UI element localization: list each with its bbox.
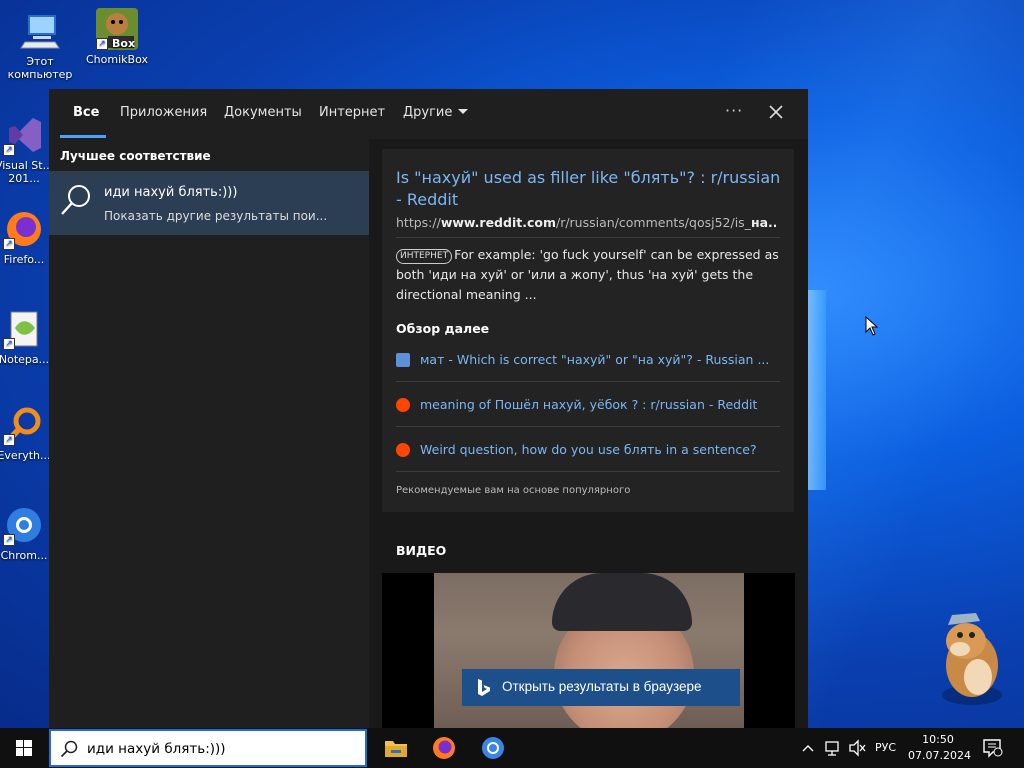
best-match-item[interactable]: иди нахуй блять:))) Показать другие резу…	[49, 171, 369, 235]
chromium-icon	[482, 737, 504, 759]
reddit-icon	[396, 443, 410, 457]
clock-date: 07.07.2024	[908, 749, 971, 762]
network-icon[interactable]	[823, 728, 843, 768]
explore-link-3[interactable]: Weird question, how do you use блять in …	[396, 441, 786, 461]
folder-icon	[385, 741, 407, 757]
best-match-title: иди нахуй блять:)))	[104, 185, 238, 200]
taskbar-search-box[interactable]	[49, 729, 367, 767]
divider	[396, 381, 780, 382]
explore-header: Обзор далее	[396, 321, 490, 336]
search-input[interactable]	[87, 737, 357, 761]
start-search-panel: Все Приложения Документы Интернет Другие…	[49, 89, 808, 728]
url-prefix: https://	[396, 215, 441, 230]
notification-center-button[interactable]	[981, 738, 1003, 758]
tab-apps[interactable]: Приложения	[120, 105, 207, 120]
windows-logo-pane	[808, 290, 826, 490]
firefox-icon	[433, 737, 455, 759]
reddit-icon	[396, 398, 410, 412]
desktop-icon-label: ChomikBox	[86, 53, 148, 66]
computer-icon	[19, 10, 61, 52]
url-domain: www.reddit.com	[440, 215, 556, 230]
taskbar-firefox[interactable]	[429, 734, 459, 762]
best-match-header: Лучшее соответствие	[60, 149, 211, 163]
active-tab-indicator	[60, 135, 106, 138]
chomikbox-badge: Box	[112, 37, 136, 50]
chromium-icon: ↗	[3, 504, 45, 546]
desktop-icon-chomikbox[interactable]: Box ↗ ChomikBox	[79, 8, 155, 66]
explore-link-text: Weird question, how do you use блять in …	[420, 442, 757, 457]
desktop-icon-label: Notepa...	[0, 353, 50, 366]
search-icon	[59, 183, 93, 217]
url-path: /r/russian/comments/qosj52/is_	[555, 215, 751, 230]
search-tabs: Все Приложения Документы Интернет Другие…	[49, 89, 808, 139]
shortcut-arrow-icon: ↗	[3, 534, 15, 546]
desktop-icon-label: Everyth...	[0, 449, 51, 462]
taskbar-clock[interactable]: 10:50 07.07.2024	[908, 732, 971, 764]
notification-icon	[983, 739, 1003, 758]
open-in-browser-label: Открыть результаты в браузере	[502, 679, 702, 694]
tab-web[interactable]: Интернет	[319, 105, 385, 120]
best-match-subtitle: Показать другие результаты пои...	[104, 209, 328, 223]
close-button[interactable]	[765, 101, 787, 123]
explore-link-1[interactable]: мат - Which is correct "нахуй" or "на ху…	[396, 351, 786, 371]
url-tail: на...	[750, 215, 776, 230]
open-in-browser-button[interactable]: Открыть результаты в браузере	[462, 669, 740, 706]
video-section-header: ВИДЕО	[396, 543, 447, 558]
visual-studio-icon: ↗	[3, 114, 45, 156]
tab-all[interactable]: Все	[73, 105, 99, 120]
recommended-note: Рекомендуемые вам на основе популярного	[396, 485, 631, 496]
chomikbox-icon: Box ↗	[96, 8, 138, 50]
desktop-icon-this-pc[interactable]: Этот компьютер	[2, 10, 78, 81]
everything-search-icon: ↗	[3, 404, 45, 446]
notepad-icon: ↗	[3, 308, 45, 350]
preview-pane: Is "нахуй" used as filler like "блять"? …	[369, 139, 808, 728]
desktop-icon-label: Chrom...	[0, 549, 48, 562]
language-indicator[interactable]: РУС	[875, 741, 896, 757]
result-url[interactable]: https://www.reddit.com/r/russian/comment…	[396, 215, 776, 230]
result-snippet: ИНТЕРНЕТ For example: 'go fuck yourself' …	[396, 245, 788, 305]
more-options-button[interactable]: ···	[725, 101, 743, 120]
snippet-text: For example: 'go fuck yourself' can be e…	[396, 247, 779, 302]
taskbar: РУС 10:50 07.07.2024	[0, 728, 1024, 768]
shortcut-arrow-icon: ↗	[96, 38, 108, 50]
shortcut-arrow-icon: ↗	[3, 434, 15, 446]
volume-muted-icon[interactable]	[847, 728, 867, 768]
video-thumbnail[interactable]: Открыть результаты в браузере	[382, 573, 795, 728]
divider	[396, 471, 780, 472]
explore-link-text: meaning of Пошёл нахуй, уёбок ? : r/russ…	[420, 397, 758, 412]
chevron-down-icon	[458, 109, 469, 114]
shortcut-arrow-icon: ↗	[3, 238, 15, 250]
result-title-link[interactable]: Is "нахуй" used as filler like "блять"? …	[396, 167, 786, 211]
desktop-icon-label: Firefo...	[3, 253, 45, 266]
tray-show-hidden-icon[interactable]	[800, 728, 816, 768]
shortcut-arrow-icon: ↗	[3, 338, 15, 350]
results-list: Лучшее соответствие иди нахуй блять:))) …	[49, 139, 369, 728]
explore-link-2[interactable]: meaning of Пошёл нахуй, уёбок ? : r/russ…	[396, 396, 786, 416]
shortcut-arrow-icon: ↗	[3, 144, 15, 156]
web-result-card: Is "нахуй" used as filler like "блять"? …	[382, 149, 794, 512]
start-button[interactable]	[0, 728, 48, 768]
firefox-icon: ↗	[3, 208, 45, 250]
mouse-cursor-icon	[865, 315, 879, 336]
desktop-icon-label: Visual St... 201...	[0, 159, 54, 185]
taskbar-file-explorer[interactable]	[381, 734, 411, 762]
taskbar-chromium[interactable]	[478, 734, 508, 762]
chomik-mascot-icon	[930, 605, 1010, 710]
clock-time: 10:50	[922, 733, 954, 746]
search-icon	[60, 740, 78, 758]
stackexchange-icon	[396, 353, 410, 367]
desktop-icon-label: Этот компьютер	[7, 55, 73, 81]
bing-icon	[478, 679, 490, 696]
divider	[396, 426, 780, 427]
tab-more-label: Другие	[403, 105, 453, 120]
web-badge: ИНТЕРНЕТ	[396, 249, 453, 264]
video-hat-image	[552, 573, 692, 631]
windows-icon	[16, 740, 32, 756]
close-icon	[769, 105, 783, 119]
divider	[396, 237, 780, 238]
explore-link-text: мат - Which is correct "нахуй" or "на ху…	[420, 352, 770, 367]
tab-documents[interactable]: Документы	[224, 105, 302, 120]
tab-more[interactable]: Другие	[403, 105, 469, 120]
